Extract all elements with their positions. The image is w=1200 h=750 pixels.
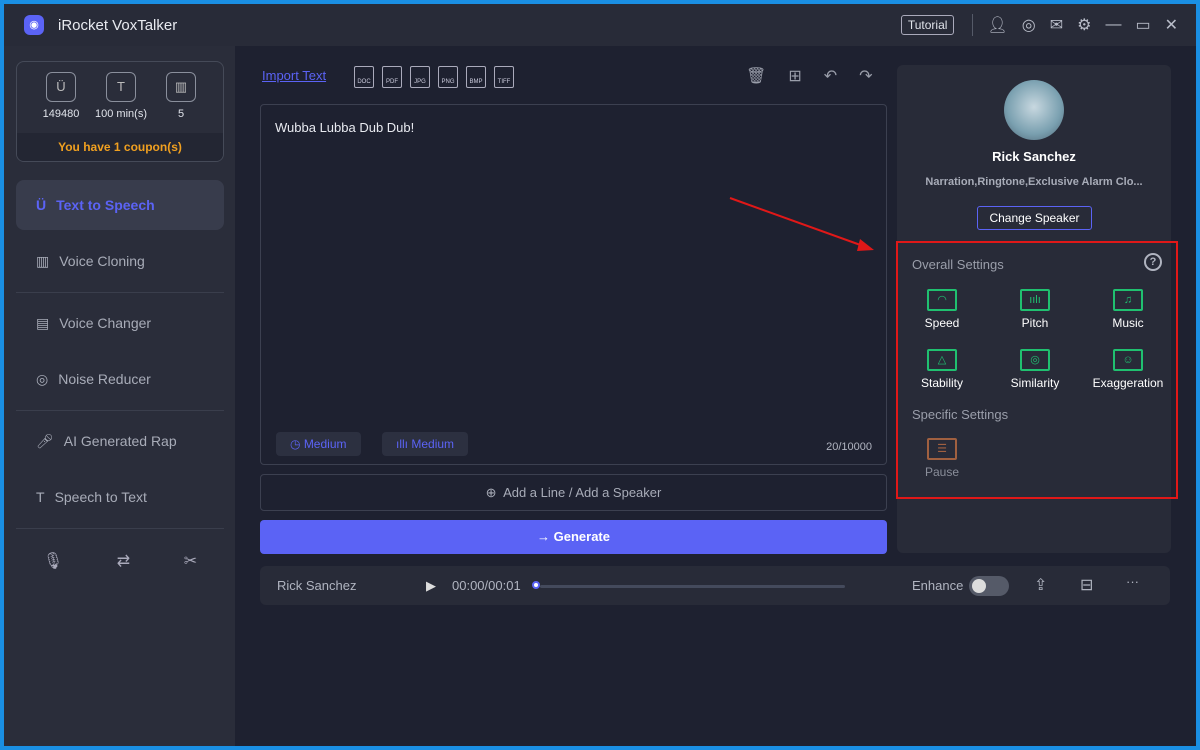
annotation-arrow [729,197,874,251]
arrow-line [729,197,867,248]
arrow-head [857,239,874,251]
app-window: ◉ iRocket VoxTalker Tutorial 👤︎ ◎ ✉︎ ⚙︎ … [4,4,1196,746]
